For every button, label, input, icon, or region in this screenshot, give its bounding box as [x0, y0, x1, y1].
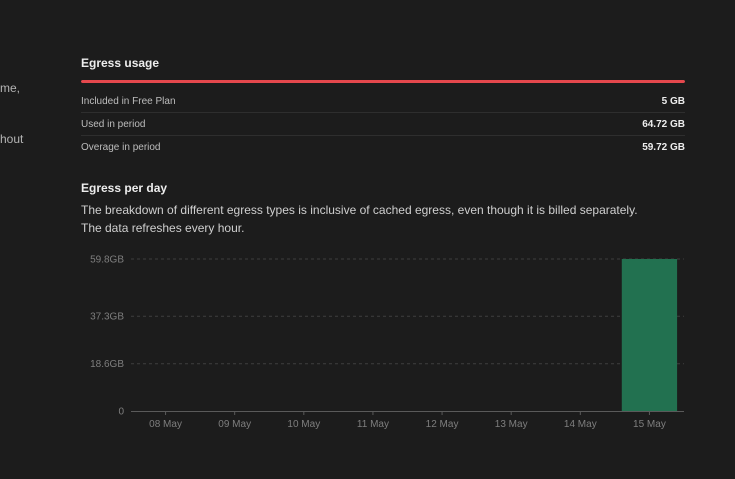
y-axis-tick-label: 0 [118, 407, 124, 418]
x-axis-tick-label: 10 May [287, 419, 320, 430]
egress-panel: me, hout Egress usage Included in Free P… [0, 0, 735, 479]
x-axis-tick-label: 13 May [495, 419, 528, 430]
x-axis-tick-label: 08 May [149, 419, 182, 430]
x-axis-tick-label: 09 May [218, 419, 251, 430]
egress-per-day-chart: 0 18.6GB 37.3GB 59.8GB 08 May 09 May 10 May 11 … [90, 255, 684, 430]
x-axis-tick-label: 12 May [426, 419, 459, 430]
x-axis-tick-label: 11 May [357, 419, 389, 430]
y-axis-tick-label: 18.6GB [90, 359, 124, 370]
y-axis-tick-label: 37.3GB [90, 312, 124, 323]
x-axis-tick-label: 15 May [633, 419, 666, 430]
y-axis-tick-label: 59.8GB [90, 255, 124, 266]
chart-bar [621, 259, 678, 411]
x-axis-tick-label: 14 May [564, 419, 597, 430]
